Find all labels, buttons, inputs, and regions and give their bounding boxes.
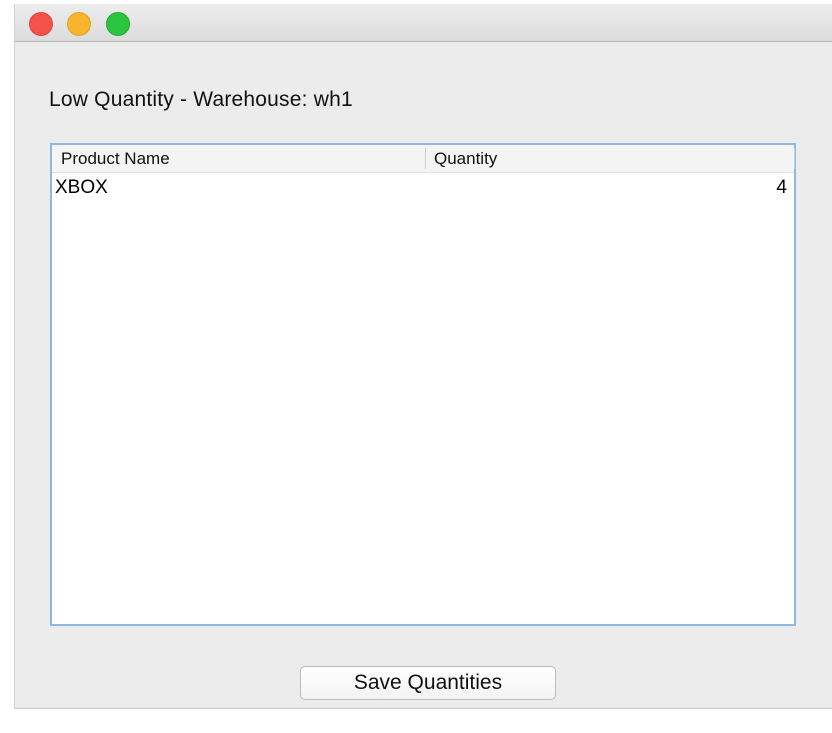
table-row[interactable]: XBOX 4 [52, 175, 794, 201]
save-quantities-button[interactable]: Save Quantities [300, 666, 556, 700]
minimize-window-button[interactable] [67, 12, 91, 36]
title-bar[interactable] [15, 4, 832, 42]
cell-quantity[interactable]: 4 [776, 177, 787, 199]
app-window: Low Quantity - Warehouse: wh1 Product Na… [14, 4, 832, 709]
column-divider[interactable] [794, 148, 795, 169]
column-header-product-name[interactable]: Product Name [61, 149, 170, 169]
column-header-quantity[interactable]: Quantity [434, 149, 497, 169]
cell-product-name: XBOX [55, 177, 108, 198]
table-header: Product Name Quantity [52, 145, 795, 173]
page-title: Low Quantity - Warehouse: wh1 [49, 88, 353, 111]
close-window-button[interactable] [29, 12, 53, 36]
low-quantity-table[interactable]: Product Name Quantity XBOX 4 [50, 143, 796, 626]
column-divider[interactable] [425, 148, 426, 169]
zoom-window-button[interactable] [106, 12, 130, 36]
